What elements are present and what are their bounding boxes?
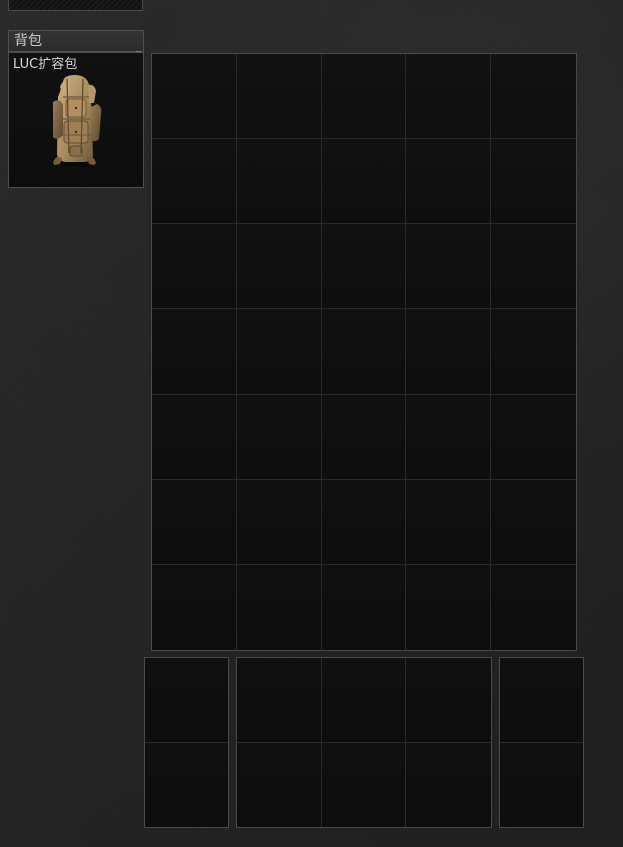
grid-cell[interactable] [406, 394, 492, 480]
grid-cell[interactable] [145, 742, 228, 827]
grid-cell[interactable] [321, 309, 407, 395]
grid-cell[interactable] [152, 139, 237, 225]
grid-cell[interactable] [236, 479, 322, 565]
grid-cell[interactable] [321, 224, 407, 310]
grid-cell[interactable] [152, 479, 237, 565]
grid-cell[interactable] [237, 742, 322, 827]
grid-cell[interactable] [491, 309, 576, 395]
grid-cell[interactable] [236, 394, 322, 480]
grid-cell[interactable] [237, 658, 322, 743]
grid-cell[interactable] [236, 224, 322, 310]
grid-cell[interactable] [491, 394, 576, 480]
grid-cell[interactable] [491, 224, 576, 310]
backpack-icon [53, 75, 102, 166]
grid-cell[interactable] [152, 224, 237, 310]
grid-cell[interactable] [236, 564, 322, 650]
grid-cell[interactable] [145, 658, 228, 743]
grid-cell[interactable] [152, 309, 237, 395]
grid-cell[interactable] [491, 139, 576, 225]
equipped-backpack-slot[interactable]: LUC扩容包 [8, 52, 144, 188]
grid-cell[interactable] [321, 139, 407, 225]
grid-cell[interactable] [406, 139, 492, 225]
grid-cell[interactable] [406, 479, 492, 565]
backpack-panel-header: 背包 [8, 30, 144, 53]
backpack-main-grid[interactable] [151, 53, 577, 651]
grid-cell[interactable] [321, 394, 407, 480]
grid-cell[interactable] [500, 742, 583, 827]
grid-cell[interactable] [236, 54, 322, 140]
equipped-backpack-name: LUC扩容包 [13, 57, 78, 72]
grid-cell[interactable] [321, 479, 407, 565]
grid-cell[interactable] [406, 54, 492, 140]
grid-cell[interactable] [321, 54, 407, 140]
middle-pocket-grid[interactable] [236, 657, 492, 828]
grid-cell[interactable] [491, 54, 576, 140]
grid-cell[interactable] [406, 564, 492, 650]
grid-cell[interactable] [236, 139, 322, 225]
grid-cell[interactable] [406, 309, 492, 395]
grid-cell[interactable] [321, 742, 407, 827]
top-equipment-slot[interactable] [8, 0, 143, 11]
grid-cell[interactable] [491, 564, 576, 650]
grid-cell[interactable] [500, 658, 583, 743]
grid-cell[interactable] [236, 309, 322, 395]
left-pocket-grid[interactable] [144, 657, 229, 828]
grid-cell[interactable] [152, 564, 237, 650]
grid-cell[interactable] [406, 742, 491, 827]
grid-cell[interactable] [406, 658, 491, 743]
grid-cell[interactable] [321, 658, 407, 743]
backpack-section-title: 背包 [14, 33, 42, 49]
right-pocket-grid[interactable] [499, 657, 584, 828]
grid-cell[interactable] [406, 224, 492, 310]
grid-cell[interactable] [491, 479, 576, 565]
backpack-panel: 背包 LUC扩容包 [8, 30, 144, 188]
grid-cell[interactable] [152, 54, 237, 140]
grid-cell[interactable] [321, 564, 407, 650]
grid-cell[interactable] [152, 394, 237, 480]
